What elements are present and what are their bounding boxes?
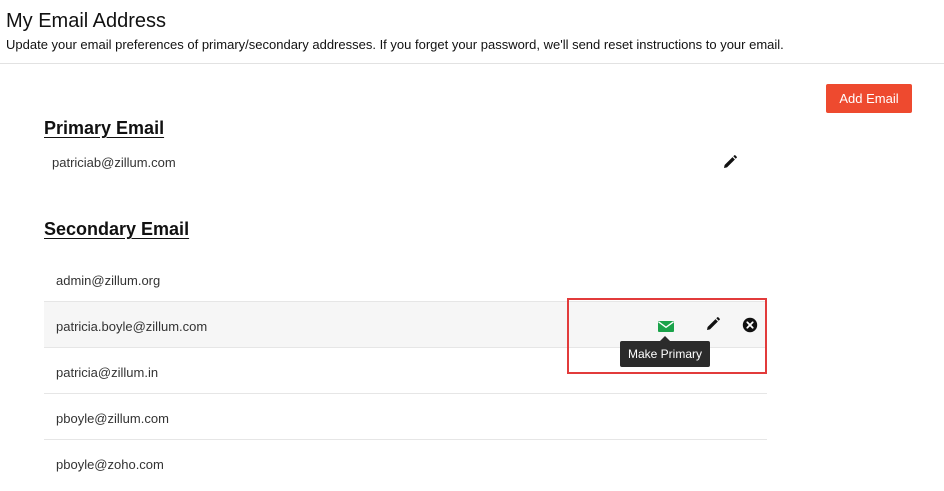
- envelope-icon[interactable]: [657, 317, 675, 335]
- page-title: My Email Address: [6, 10, 167, 32]
- secondary-email-address: patricia@zillum.in: [56, 365, 159, 380]
- list-item[interactable]: pboyle@zillum.com: [44, 394, 767, 440]
- primary-email-heading: Primary Email: [44, 118, 165, 138]
- page-description: Update your email preferences of primary…: [6, 37, 784, 52]
- primary-email-address: patriciab@zillum.com: [52, 155, 176, 170]
- pencil-icon[interactable]: [722, 154, 738, 170]
- list-item[interactable]: pboyle@zoho.com: [44, 440, 767, 486]
- close-circle-icon[interactable]: [742, 317, 760, 335]
- make-primary-tooltip: Make Primary: [620, 336, 711, 367]
- secondary-email-address: admin@zillum.org: [56, 273, 161, 288]
- secondary-email-list: admin@zillum.org patricia.boyle@zillum.c…: [44, 256, 767, 486]
- secondary-email-address: pboyle@zoho.com: [56, 457, 164, 472]
- list-item[interactable]: admin@zillum.org: [44, 256, 767, 302]
- secondary-email-heading: Secondary Email: [44, 219, 190, 239]
- secondary-email-address: pboyle@zillum.com: [56, 411, 169, 426]
- page-header: My Email Address Update your email prefe…: [0, 0, 944, 64]
- pencil-icon[interactable]: [705, 316, 723, 334]
- secondary-email-address: patricia.boyle@zillum.com: [56, 319, 208, 334]
- add-email-button[interactable]: Add Email: [826, 84, 912, 113]
